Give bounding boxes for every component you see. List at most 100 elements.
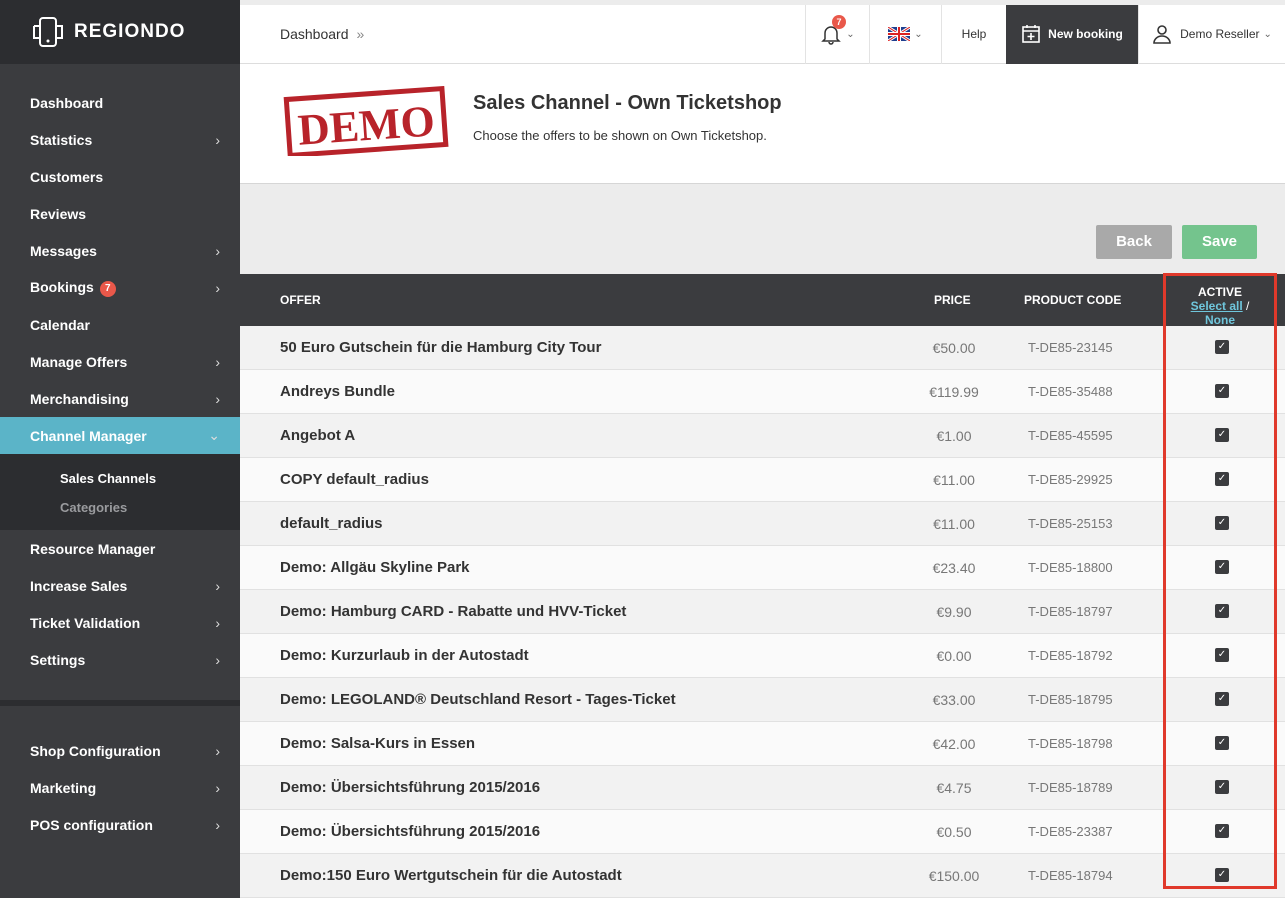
breadcrumb-separator: »	[356, 26, 365, 42]
sidebar-item-resource-manager[interactable]: Resource Manager	[0, 530, 240, 567]
sidebar-item-label: Marketing	[30, 779, 97, 796]
sidebar-item-label: Shop Configuration	[30, 742, 161, 759]
offer-name: 50 Euro Gutschein für die Hamburg City T…	[280, 339, 602, 356]
page-subtitle: Choose the offers to be shown on Own Tic…	[473, 128, 767, 143]
active-checkbox[interactable]: ✓	[1215, 868, 1229, 882]
channel-manager-subnav: Sales Channels Categories	[0, 454, 240, 530]
chevron-down-icon: ⌄	[914, 28, 923, 40]
offer-name: Demo: Hamburg CARD - Rabatte und HVV-Tic…	[280, 603, 627, 620]
sidebar: REGIONDO Dashboard Statistics › Customers Re…	[0, 0, 240, 898]
sidebar-item-increase-sales[interactable]: Increase Sales ›	[0, 567, 240, 604]
column-header-offer: OFFER	[280, 293, 321, 307]
offer-price: €9.90	[936, 604, 972, 620]
sidebar-item-label: Statistics	[30, 131, 93, 148]
user-menu[interactable]: Demo Reseller ⌄	[1138, 4, 1285, 64]
topbar: Dashboard » 7 ⌄ ⌄ Help New booking Demo R…	[240, 4, 1285, 64]
active-checkbox[interactable]: ✓	[1215, 560, 1229, 574]
sidebar-divider	[0, 700, 240, 706]
sidebar-item-label: POS configuration	[30, 816, 153, 833]
sidebar-item-label: Manage Offers	[30, 353, 128, 370]
select-none-link[interactable]: None	[1205, 313, 1235, 327]
sidebar-item-settings[interactable]: Settings ›	[0, 641, 240, 678]
active-checkbox[interactable]: ✓	[1215, 736, 1229, 750]
sidebar-subitem-categories[interactable]: Categories	[0, 493, 240, 522]
offer-price: €0.50	[936, 824, 972, 840]
chevron-down-icon: ⌄	[846, 28, 855, 40]
sidebar-item-label: Channel Manager	[30, 427, 147, 444]
sidebar-item-ticket-validation[interactable]: Ticket Validation ›	[0, 604, 240, 641]
new-booking-label: New booking	[1048, 27, 1123, 41]
offer-price: €42.00	[932, 736, 976, 752]
chevron-right-icon: ›	[215, 577, 220, 594]
chevron-right-icon: ›	[215, 742, 220, 759]
product-code: T-DE85-45595	[1028, 428, 1113, 443]
offer-price: €11.00	[933, 516, 975, 532]
sidebar-item-pos-configuration[interactable]: POS configuration ›	[0, 806, 240, 843]
save-button[interactable]: Save	[1182, 225, 1257, 259]
offer-price: €4.75	[936, 780, 972, 796]
table-row: Demo: Übersichtsführung 2015/2016 €4.75 T-…	[240, 766, 1285, 810]
product-code: T-DE85-18800	[1028, 560, 1113, 575]
offer-price: €119.99	[929, 384, 979, 400]
sidebar-item-label: Messages	[30, 242, 97, 259]
brand-name: REGIONDO	[74, 21, 186, 42]
active-checkbox[interactable]: ✓	[1215, 472, 1229, 486]
sidebar-item-channel-manager[interactable]: Channel Manager ⌄	[0, 417, 240, 454]
language-selector[interactable]: ⌄	[869, 4, 941, 64]
notifications-button[interactable]: 7 ⌄	[805, 4, 869, 64]
sidebar-subitem-sales-channels[interactable]: Sales Channels	[0, 464, 240, 493]
table-body: 50 Euro Gutschein für die Hamburg City T…	[240, 326, 1285, 898]
offer-name: default_radius	[280, 515, 383, 532]
sidebar-item-manage-offers[interactable]: Manage Offers ›	[0, 343, 240, 380]
user-name: Demo Reseller	[1180, 27, 1260, 41]
sidebar-item-merchandising[interactable]: Merchandising ›	[0, 380, 240, 417]
chevron-right-icon: ›	[215, 651, 220, 668]
table-row: Demo: Hamburg CARD - Rabatte und HVV-Tic…	[240, 590, 1285, 634]
back-button[interactable]: Back	[1096, 225, 1172, 259]
active-checkbox[interactable]: ✓	[1215, 780, 1229, 794]
offer-name: Demo: Kurzurlaub in der Autostadt	[280, 647, 529, 664]
user-icon	[1153, 25, 1171, 44]
sidebar-item-statistics[interactable]: Statistics ›	[0, 121, 240, 158]
active-checkbox[interactable]: ✓	[1215, 516, 1229, 530]
breadcrumb: Dashboard »	[240, 26, 805, 42]
active-checkbox[interactable]: ✓	[1215, 692, 1229, 706]
active-checkbox[interactable]: ✓	[1215, 428, 1229, 442]
active-checkbox[interactable]: ✓	[1215, 384, 1229, 398]
column-header-active: ACTIVE Select all / None	[1176, 285, 1264, 327]
offer-name: Andreys Bundle	[280, 383, 396, 400]
new-booking-button[interactable]: New booking	[1006, 4, 1138, 64]
sidebar-item-bookings[interactable]: Bookings 7 ›	[0, 269, 240, 306]
offer-name: Demo: Allgäu Skyline Park	[280, 559, 470, 576]
product-code: T-DE85-18797	[1028, 604, 1113, 619]
sidebar-item-reviews[interactable]: Reviews	[0, 195, 240, 232]
offer-price: €33.00	[932, 692, 976, 708]
sidebar-item-dashboard[interactable]: Dashboard	[0, 84, 240, 121]
product-code: T-DE85-35488	[1028, 384, 1113, 399]
sidebar-item-shop-configuration[interactable]: Shop Configuration ›	[0, 732, 240, 769]
sidebar-item-label: Resource Manager	[30, 540, 156, 557]
active-checkbox[interactable]: ✓	[1215, 340, 1229, 354]
offer-name: Demo: LEGOLAND® Deutschland Resort - Tag…	[280, 691, 676, 708]
active-checkbox[interactable]: ✓	[1215, 648, 1229, 662]
sidebar-item-label-group: Bookings 7	[30, 279, 116, 297]
table-row: Demo:150 Euro Wertgutschein für die Auto…	[240, 854, 1285, 898]
brand[interactable]: REGIONDO	[0, 0, 240, 64]
sidebar-item-label: Customers	[30, 168, 104, 185]
help-link[interactable]: Help	[941, 4, 1006, 64]
product-code: T-DE85-25153	[1028, 516, 1113, 531]
breadcrumb-dashboard[interactable]: Dashboard	[280, 26, 349, 42]
active-checkbox[interactable]: ✓	[1215, 604, 1229, 618]
table-row: Andreys Bundle €119.99 T-DE85-35488 ✓	[240, 370, 1285, 414]
sidebar-item-calendar[interactable]: Calendar	[0, 306, 240, 343]
sidebar-item-customers[interactable]: Customers	[0, 158, 240, 195]
select-all-link[interactable]: Select all	[1191, 299, 1243, 313]
active-checkbox[interactable]: ✓	[1215, 824, 1229, 838]
uk-flag-icon	[888, 27, 911, 41]
table-row: Demo: LEGOLAND® Deutschland Resort - Tag…	[240, 678, 1285, 722]
column-header-product-code: PRODUCT CODE	[1024, 293, 1122, 307]
sidebar-item-marketing[interactable]: Marketing ›	[0, 769, 240, 806]
offer-name: COPY default_radius	[280, 471, 429, 488]
offer-name: Angebot A	[280, 427, 356, 444]
sidebar-item-messages[interactable]: Messages ›	[0, 232, 240, 269]
